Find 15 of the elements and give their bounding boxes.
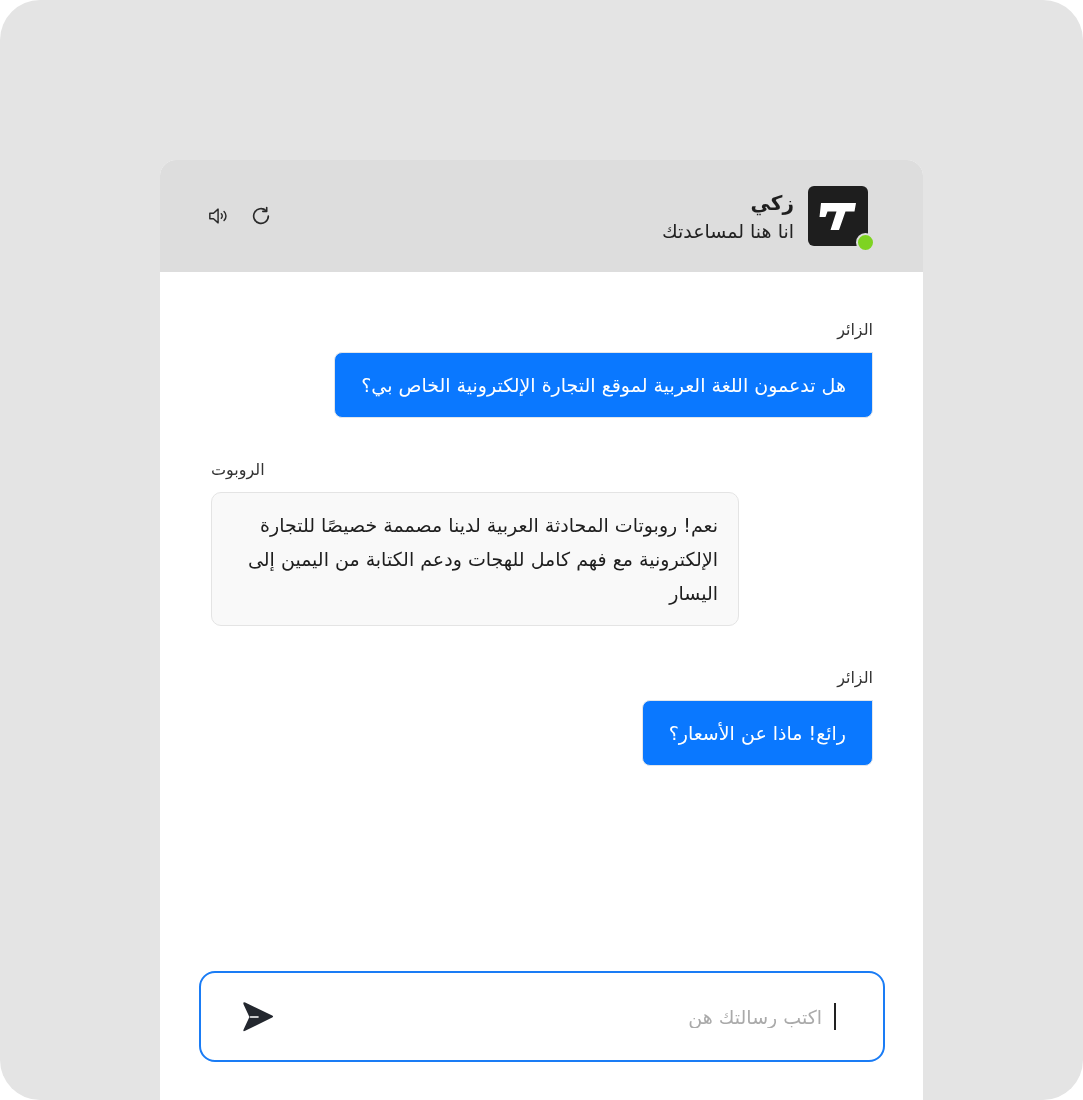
bot-message-bubble: نعم! روبوتات المحادثة العربية لدينا مصممة خصيصًا للتجارة الإلكترونية مع فهم كامل للهجات ودعم الكتابة من اليمين إلى اليسار: [211, 492, 739, 626]
text-cursor-icon: [834, 1003, 836, 1030]
visitor-message-bubble: هل تدعمون اللغة العربية لموقع التجارة الإلكترونية الخاص بي؟: [334, 352, 873, 418]
logo-icon: [808, 186, 868, 246]
assistant-name: زكي: [750, 190, 794, 217]
assistant-tagline: انا هنا لمساعدتك: [661, 219, 794, 244]
send-button[interactable]: [241, 999, 275, 1034]
visitor-message-bubble: رائع! ماذا عن الأسعار؟: [641, 700, 873, 766]
sender-label: الروبوت: [211, 459, 265, 482]
message-input[interactable]: اكتب رسالتك هن: [275, 1005, 822, 1028]
sender-label: الزائر: [837, 319, 873, 342]
sender-label: الزائر: [837, 667, 873, 690]
refresh-icon: [250, 205, 272, 227]
send-icon: [241, 999, 275, 1034]
refresh-button[interactable]: [250, 205, 272, 227]
